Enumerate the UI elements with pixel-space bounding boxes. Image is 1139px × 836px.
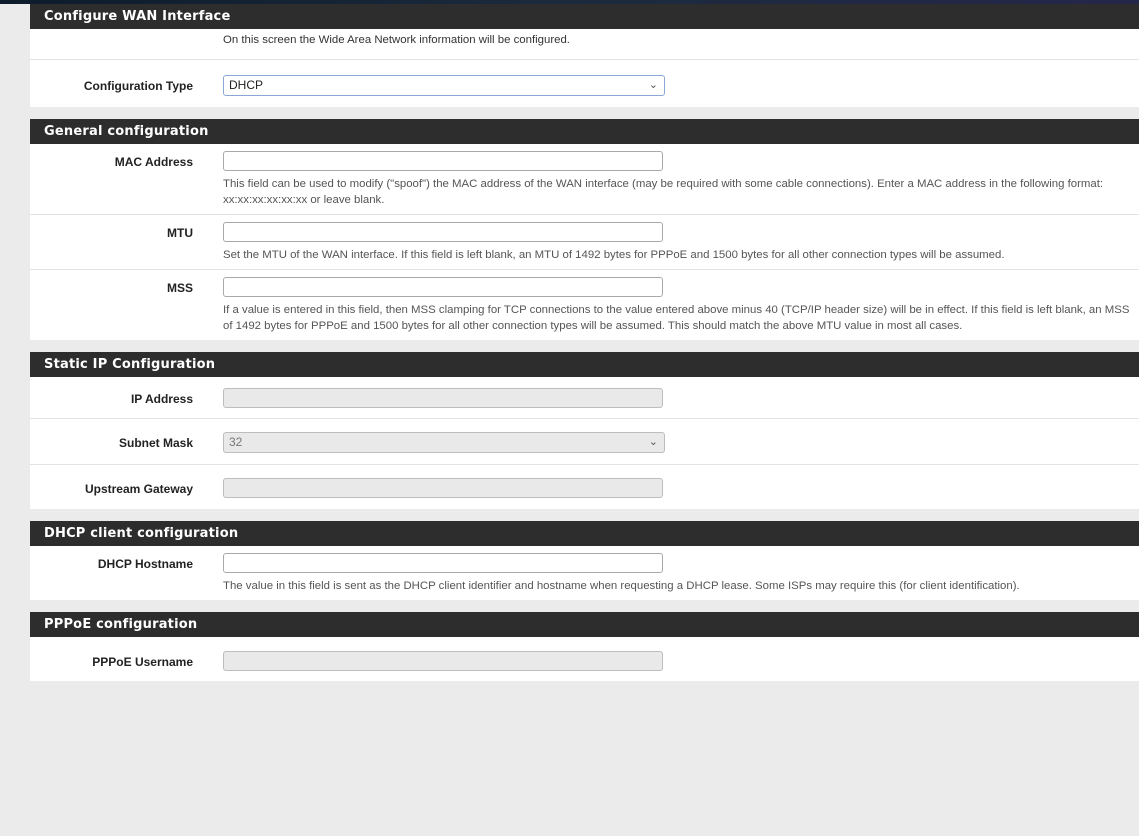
panel-heading-pppoe: PPPoE configuration xyxy=(30,612,1139,637)
mss-label: MSS xyxy=(166,281,193,295)
upstream-gateway-label: Upstream Gateway xyxy=(84,482,193,496)
panel-dhcp-client: DHCP client configuration DHCP Hostname … xyxy=(30,521,1139,600)
upstream-gateway-input[interactable] xyxy=(223,478,663,498)
subnet-mask-label: Subnet Mask xyxy=(118,436,193,450)
subnet-mask-value: 32 xyxy=(229,435,243,449)
dhcp-hostname-row: DHCP Hostname The value in this field is… xyxy=(30,546,1139,600)
mac-address-input[interactable] xyxy=(223,151,663,171)
mtu-input[interactable] xyxy=(223,222,663,242)
config-type-select[interactable]: DHCP ⌄ xyxy=(223,75,665,96)
panel-heading-general: General configuration xyxy=(30,119,1139,144)
ip-address-label: IP Address xyxy=(130,392,193,406)
chevron-down-icon: ⌄ xyxy=(648,79,658,91)
panel-general: General configuration MAC Address This f… xyxy=(30,119,1139,340)
mss-help-text: If a value is entered in this field, the… xyxy=(223,304,1130,332)
ip-address-input[interactable] xyxy=(223,388,663,408)
mtu-row: MTU Set the MTU of the WAN interface. If… xyxy=(30,215,1139,270)
pppoe-username-label: PPPoE Username xyxy=(92,655,193,669)
pppoe-username-row: PPPoE Username xyxy=(30,637,1139,681)
chevron-down-icon: ⌄ xyxy=(648,436,658,448)
mac-label: MAC Address xyxy=(114,155,193,169)
subnet-mask-row: Subnet Mask 32 ⌄ xyxy=(30,419,1139,465)
config-type-row: Configuration Type DHCP ⌄ xyxy=(30,60,1139,107)
mac-help-text: This field can be used to modify ("spoof… xyxy=(223,178,1104,206)
mtu-help-text: Set the MTU of the WAN interface. If thi… xyxy=(223,249,1005,261)
upstream-gateway-row: Upstream Gateway xyxy=(30,465,1139,509)
mac-row: MAC Address This field can be used to mo… xyxy=(30,144,1139,215)
panel-configure-wan: Configure WAN Interface On this screen t… xyxy=(30,4,1139,107)
intro-text: On this screen the Wide Area Network inf… xyxy=(223,34,570,46)
panel-heading-dhcp-client: DHCP client configuration xyxy=(30,521,1139,546)
mss-row: MSS If a value is entered in this field,… xyxy=(30,270,1139,340)
dhcp-hostname-help-text: The value in this field is sent as the D… xyxy=(223,580,1020,592)
panel-heading-configure-wan: Configure WAN Interface xyxy=(30,4,1139,29)
ip-address-row: IP Address xyxy=(30,377,1139,419)
dhcp-hostname-label: DHCP Hostname xyxy=(97,557,193,571)
config-type-value: DHCP xyxy=(229,78,264,92)
pppoe-username-input[interactable] xyxy=(223,651,663,671)
mtu-label: MTU xyxy=(167,226,193,240)
wizard-content: Configure WAN Interface On this screen t… xyxy=(30,4,1139,836)
config-type-label: Configuration Type xyxy=(83,79,193,93)
mss-input[interactable] xyxy=(223,277,663,297)
subnet-mask-select[interactable]: 32 ⌄ xyxy=(223,432,665,453)
panel-pppoe: PPPoE configuration PPPoE Username xyxy=(30,612,1139,681)
dhcp-hostname-input[interactable] xyxy=(223,553,663,573)
intro-row: On this screen the Wide Area Network inf… xyxy=(30,29,1139,60)
panel-static-ip: Static IP Configuration IP Address Subne… xyxy=(30,352,1139,509)
panel-heading-static-ip: Static IP Configuration xyxy=(30,352,1139,377)
